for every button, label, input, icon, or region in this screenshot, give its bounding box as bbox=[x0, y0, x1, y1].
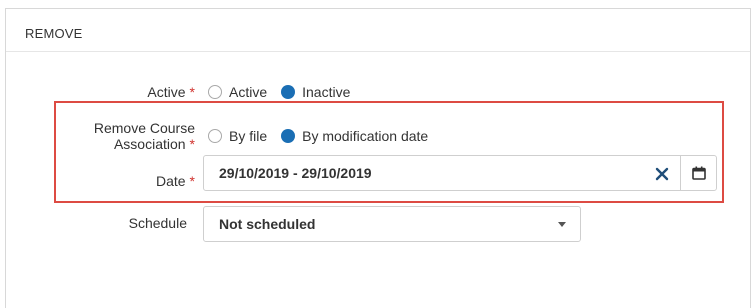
active-label: Active * bbox=[110, 84, 195, 100]
required-marker: * bbox=[189, 173, 195, 189]
calendar-button[interactable] bbox=[680, 156, 716, 190]
date-range-input[interactable]: 29/10/2019 - 29/10/2019 bbox=[203, 155, 717, 191]
remove-course-radio-group: By file By modification date bbox=[208, 128, 442, 144]
required-marker: * bbox=[189, 84, 195, 100]
schedule-label: Schedule bbox=[100, 215, 187, 231]
radio-inactive[interactable]: Inactive bbox=[281, 84, 350, 100]
active-radio-group: Active Inactive bbox=[208, 84, 364, 100]
schedule-select[interactable]: Not scheduled bbox=[203, 206, 581, 242]
date-range-value: 29/10/2019 - 29/10/2019 bbox=[219, 165, 372, 181]
section-header: REMOVE bbox=[6, 9, 750, 52]
radio-checked-icon[interactable] bbox=[281, 85, 296, 99]
remove-course-label-line2: Association bbox=[113, 136, 186, 152]
schedule-value: Not scheduled bbox=[219, 216, 316, 232]
radio-inactive-label: Inactive bbox=[302, 84, 351, 100]
date-label: Date * bbox=[110, 173, 195, 189]
radio-by-modification-date[interactable]: By modification date bbox=[281, 128, 428, 144]
remove-course-label-line1: Remove Course bbox=[93, 120, 195, 136]
radio-active-label: Active bbox=[229, 84, 268, 100]
schedule-label-text: Schedule bbox=[128, 215, 187, 231]
radio-by-file-label: By file bbox=[229, 128, 268, 144]
required-marker: * bbox=[189, 136, 195, 152]
caret-down-icon bbox=[558, 222, 566, 227]
active-label-text: Active bbox=[147, 84, 186, 100]
radio-by-modification-date-label: By modification date bbox=[302, 128, 429, 144]
radio-active[interactable]: Active bbox=[208, 84, 267, 100]
date-label-text: Date bbox=[155, 173, 186, 189]
remove-course-label: Remove Course Association * bbox=[60, 120, 195, 152]
radio-checked-icon[interactable] bbox=[281, 129, 296, 143]
section-title: REMOVE bbox=[25, 26, 83, 41]
close-x-icon[interactable] bbox=[652, 164, 672, 184]
radio-unchecked-icon[interactable] bbox=[208, 129, 222, 143]
radio-by-file[interactable]: By file bbox=[208, 128, 267, 144]
radio-unchecked-icon[interactable] bbox=[208, 85, 222, 99]
calendar-icon bbox=[691, 166, 706, 180]
